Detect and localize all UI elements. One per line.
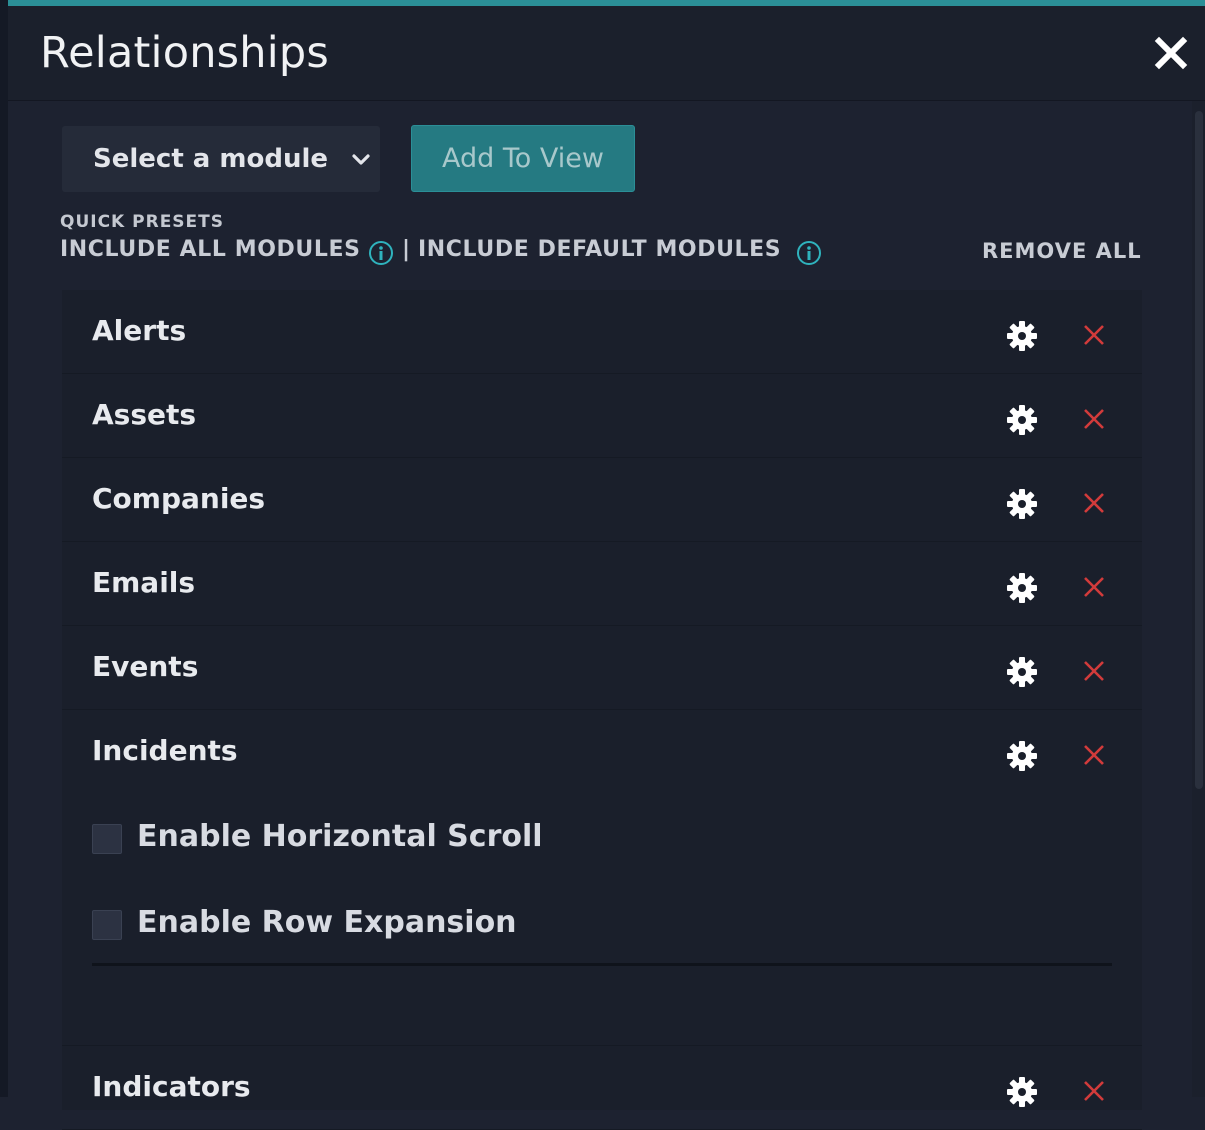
module-label: Emails (92, 566, 196, 599)
scrollbar-thumb[interactable] (1195, 111, 1203, 789)
include-default-modules-link[interactable]: INCLUDE DEFAULT MODULES (418, 237, 781, 262)
close-icon[interactable] (1154, 36, 1188, 70)
close-icon[interactable] (1082, 323, 1106, 347)
gear-icon[interactable] (1005, 739, 1039, 773)
row-expansion-label: Enable Row Expansion (137, 905, 517, 940)
close-icon[interactable] (1082, 491, 1106, 515)
module-label: Incidents (92, 734, 238, 767)
dialog-title: Relationships (40, 28, 329, 78)
close-icon[interactable] (1082, 407, 1106, 431)
info-icon[interactable] (368, 240, 394, 266)
gear-icon[interactable] (1005, 1075, 1039, 1109)
module-label: Companies (92, 482, 266, 515)
module-row-emails: Emails (62, 542, 1142, 626)
module-row-indicators: Indicators (62, 1046, 1142, 1130)
horizontal-scroll-checkbox[interactable] (92, 824, 122, 854)
module-select-value: Select a module (93, 144, 329, 174)
dialog-header: Relationships (8, 6, 1205, 101)
add-to-view-button[interactable]: Add To View (411, 125, 635, 192)
dialog-body: Select a module Add To View QUICK PRESET… (8, 101, 1192, 1130)
horizontal-scroll-label: Enable Horizontal Scroll (137, 819, 543, 854)
chevron-down-icon (352, 154, 370, 165)
options-divider (92, 963, 1112, 966)
module-label: Alerts (92, 314, 187, 347)
module-row-incidents: Incidents Enable Horizontal Scroll Enabl… (62, 710, 1142, 1046)
module-list: Alerts Assets Companies Emails Events In… (62, 290, 1142, 1130)
module-row-companies: Companies (62, 458, 1142, 542)
scrollbar[interactable] (1192, 101, 1205, 1097)
close-icon[interactable] (1082, 1079, 1106, 1103)
remove-all-link[interactable]: REMOVE ALL (982, 239, 1142, 263)
quick-presets-label: QUICK PRESETS (60, 212, 225, 232)
module-label: Events (92, 650, 199, 683)
gear-icon[interactable] (1005, 487, 1039, 521)
close-icon[interactable] (1082, 659, 1106, 683)
module-label: Indicators (92, 1070, 251, 1103)
info-icon[interactable] (796, 240, 822, 266)
module-row-assets: Assets (62, 374, 1142, 458)
left-edge-strip (0, 0, 8, 1097)
gear-icon[interactable] (1005, 571, 1039, 605)
module-row-alerts: Alerts (62, 290, 1142, 374)
gear-icon[interactable] (1005, 403, 1039, 437)
include-all-modules-link[interactable]: INCLUDE ALL MODULES (60, 237, 361, 262)
row-expansion-checkbox[interactable] (92, 910, 122, 940)
close-icon[interactable] (1082, 743, 1106, 767)
preset-separator: | (402, 237, 411, 262)
close-icon[interactable] (1082, 575, 1106, 599)
module-label: Assets (92, 398, 197, 431)
module-row-events: Events (62, 626, 1142, 710)
gear-icon[interactable] (1005, 655, 1039, 689)
gear-icon[interactable] (1005, 319, 1039, 353)
module-select[interactable]: Select a module (62, 126, 380, 192)
